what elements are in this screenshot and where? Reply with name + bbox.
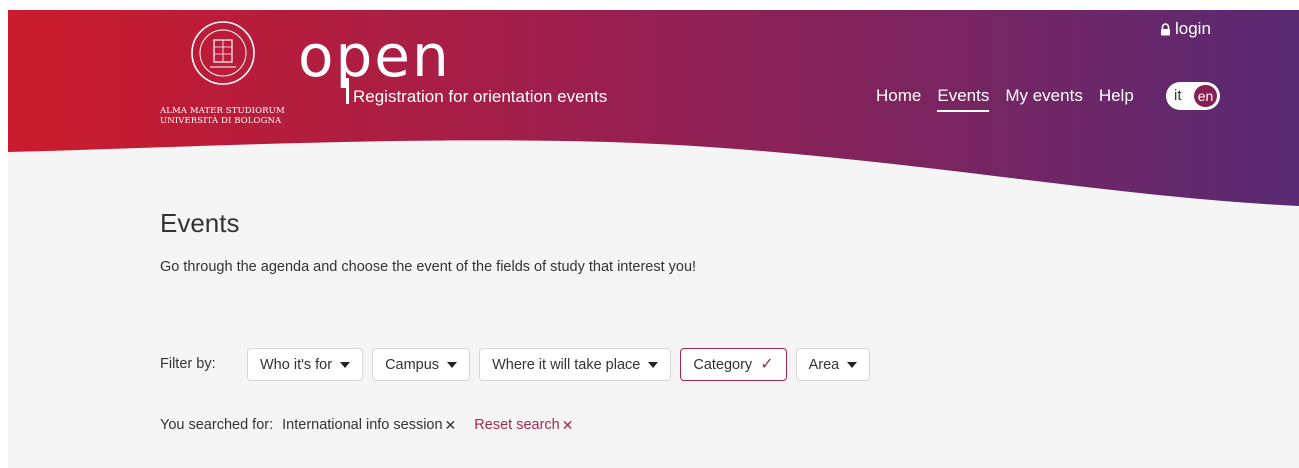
page-intro: Go through the agenda and choose the eve… bbox=[160, 259, 697, 275]
university-seal-icon bbox=[191, 21, 255, 85]
reset-label: Reset search bbox=[474, 417, 560, 433]
filter-category[interactable]: Category ✓ bbox=[680, 348, 787, 381]
filter-label-text: Who it's for bbox=[260, 356, 333, 373]
nav-help[interactable]: Help bbox=[1099, 84, 1134, 112]
nav-my-events[interactable]: My events bbox=[1005, 84, 1082, 112]
close-icon: ✕ bbox=[561, 417, 574, 433]
caret-down-icon bbox=[847, 361, 858, 368]
caret-down-icon bbox=[648, 361, 659, 368]
caret-down-icon bbox=[447, 361, 458, 368]
search-label: You searched for: bbox=[160, 417, 274, 433]
brand-title[interactable]: open bbox=[298, 24, 451, 88]
filter-who-its-for[interactable]: Who it's for bbox=[247, 348, 364, 381]
page: ALMA MATER STUDIORUM UNIVERSITÀ DI BOLOG… bbox=[8, 10, 1299, 468]
filter-label-text: Category bbox=[693, 356, 753, 373]
lang-en[interactable]: en bbox=[1194, 85, 1217, 107]
search-term: International info session bbox=[282, 417, 443, 433]
login-label: login bbox=[1175, 19, 1211, 38]
filter-label-text: Campus bbox=[385, 356, 440, 373]
caret-down-icon bbox=[340, 361, 351, 368]
nav-home[interactable]: Home bbox=[876, 84, 921, 112]
university-name: ALMA MATER STUDIORUM UNIVERSITÀ DI BOLOG… bbox=[160, 106, 300, 126]
reset-search-link[interactable]: Reset search ✕ bbox=[474, 415, 573, 435]
page-title: Events bbox=[160, 208, 240, 238]
filter-where[interactable]: Where it will take place bbox=[479, 348, 672, 381]
university-logo[interactable]: ALMA MATER STUDIORUM UNIVERSITÀ DI BOLOG… bbox=[158, 20, 298, 132]
filter-bar: Who it's for Campus Where it will take p… bbox=[247, 348, 871, 381]
search-summary: You searched for: International info ses… bbox=[160, 415, 573, 435]
lock-icon bbox=[1161, 22, 1170, 35]
search-term-tag[interactable]: International info session ✕ bbox=[282, 415, 456, 435]
lang-it[interactable]: it bbox=[1174, 86, 1182, 106]
filter-label-text: Where it will take place bbox=[492, 356, 641, 373]
filter-area[interactable]: Area bbox=[795, 348, 871, 381]
nav-events[interactable]: Events bbox=[937, 84, 990, 112]
filter-campus[interactable]: Campus bbox=[372, 348, 471, 381]
logo-line-2: UNIVERSITÀ DI BOLOGNA bbox=[160, 116, 282, 126]
check-icon: ✓ bbox=[760, 355, 774, 373]
filter-label-text: Area bbox=[808, 356, 840, 373]
logo-line-1: ALMA MATER STUDIORUM bbox=[160, 106, 285, 116]
brand-divider bbox=[346, 78, 349, 104]
main-nav: Home Events My events Help bbox=[876, 84, 1134, 112]
filter-label: Filter by: bbox=[160, 356, 216, 372]
language-switch[interactable]: it en bbox=[1166, 82, 1220, 110]
close-icon[interactable]: ✕ bbox=[445, 418, 457, 432]
login-link[interactable]: login bbox=[1160, 18, 1211, 40]
brand-subtitle: Registration for orientation events bbox=[353, 87, 608, 106]
